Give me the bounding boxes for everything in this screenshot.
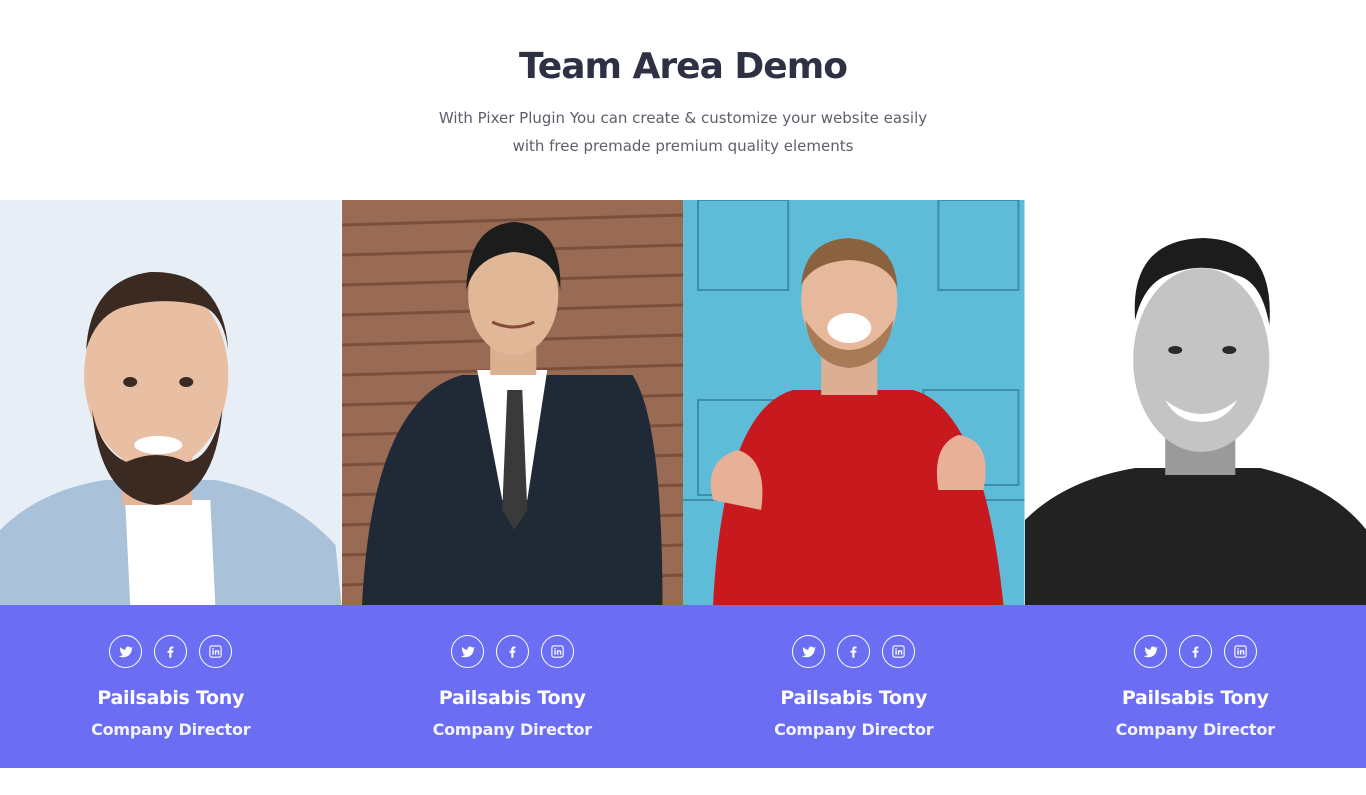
member-name: Pailsabis Tony: [438, 687, 586, 709]
member-role: Company Director: [774, 720, 934, 739]
twitter-icon: [802, 646, 817, 658]
member-photo: [0, 200, 342, 605]
member-role: Company Director: [91, 720, 251, 739]
subtitle-line-1: With Pixer Plugin You can create & custo…: [438, 109, 928, 127]
section-subtitle: With Pixer Plugin You can create & custo…: [0, 104, 1366, 160]
member-name: Pailsabis Tony: [1121, 687, 1269, 709]
twitter-button[interactable]: [1133, 635, 1167, 668]
social-links: [0, 635, 342, 668]
linkedin-button[interactable]: [540, 635, 574, 668]
member-photo-image: [341, 200, 683, 605]
member-photo: [683, 200, 1025, 605]
linkedin-button[interactable]: [199, 635, 233, 668]
member-info: Pailsabis Tony Company Director: [683, 605, 1025, 768]
section-header: Team Area Demo With Pixer Plugin You can…: [0, 0, 1366, 200]
team-grid: Pailsabis Tony Company Director Pailsabi…: [0, 200, 1366, 768]
subtitle-line-2: with free premade premium quality elemen…: [512, 137, 854, 155]
twitter-icon: [460, 646, 475, 658]
facebook-icon: [167, 646, 174, 658]
team-section: Team Area Demo With Pixer Plugin You can…: [0, 0, 1366, 795]
member-photo-image: [1024, 200, 1366, 605]
facebook-button[interactable]: [154, 635, 188, 668]
twitter-icon: [1143, 646, 1158, 658]
linkedin-icon: [1234, 645, 1247, 658]
linkedin-icon: [551, 645, 564, 658]
team-member-card: Pailsabis Tony Company Director: [341, 200, 684, 768]
team-member-card: Pailsabis Tony Company Director: [683, 200, 1025, 768]
social-links: [1025, 635, 1366, 668]
linkedin-button[interactable]: [1223, 635, 1257, 668]
facebook-button[interactable]: [837, 635, 871, 668]
facebook-icon: [509, 646, 516, 658]
member-photo: [341, 200, 683, 605]
member-photo-image: [0, 200, 342, 605]
facebook-button[interactable]: [495, 635, 529, 668]
team-member-card: Pailsabis Tony Company Director: [0, 200, 342, 768]
member-role: Company Director: [1115, 720, 1276, 739]
facebook-icon: [850, 646, 857, 658]
member-name: Pailsabis Tony: [780, 687, 928, 709]
page-title: Team Area Demo: [519, 46, 848, 87]
member-info: Pailsabis Tony Company Director: [341, 605, 684, 768]
social-links: [683, 635, 1025, 668]
member-photo-image: [683, 200, 1025, 605]
facebook-button[interactable]: [1178, 635, 1212, 668]
member-info: Pailsabis Tony Company Director: [1024, 605, 1366, 768]
linkedin-icon: [892, 645, 905, 658]
twitter-button[interactable]: [450, 635, 484, 668]
member-photo: [1024, 200, 1366, 605]
member-name: Pailsabis Tony: [97, 687, 245, 709]
member-role: Company Director: [432, 720, 593, 739]
team-member-card: Pailsabis Tony Company Director: [1024, 200, 1366, 768]
twitter-button[interactable]: [109, 635, 143, 668]
linkedin-button[interactable]: [882, 635, 916, 668]
twitter-button[interactable]: [792, 635, 826, 668]
member-info: Pailsabis Tony Company Director: [0, 605, 342, 768]
twitter-icon: [119, 646, 134, 658]
linkedin-icon: [209, 645, 222, 658]
facebook-icon: [1192, 646, 1199, 658]
social-links: [342, 635, 684, 668]
